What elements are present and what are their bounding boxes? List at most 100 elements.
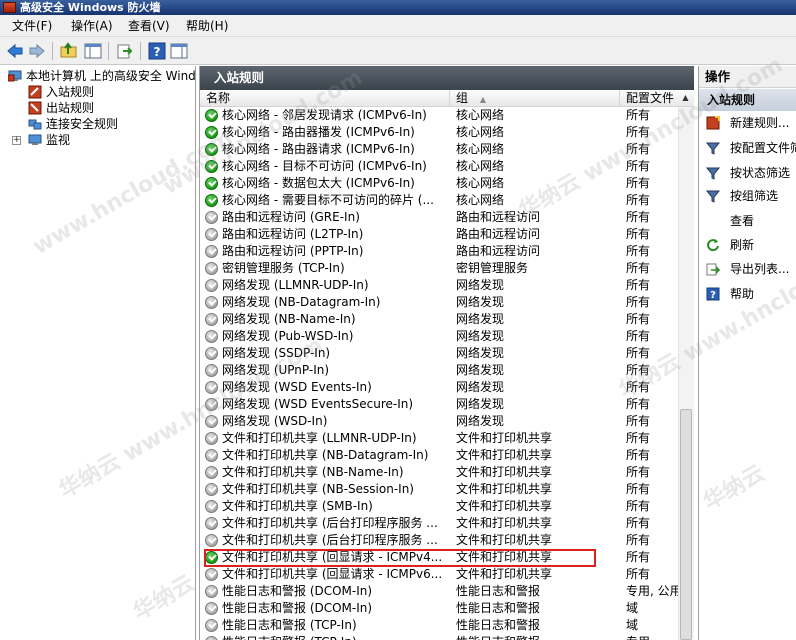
table-row[interactable]: 路由和远程访问 (GRE-In) 路由和远程访问 所有 [200, 209, 678, 226]
rule-name-cell: 性能日志和警报 (DCOM-In) [222, 601, 373, 615]
column-profile[interactable]: 配置文件 [620, 90, 678, 107]
table-row[interactable]: 网络发现 (NB-Datagram-In) 网络发现 所有 [200, 294, 678, 311]
rule-group-cell: 文件和打印机共享 [456, 431, 553, 445]
table-row[interactable]: 文件和打印机共享 (NB-Datagram-In) 文件和打印机共享 所有 [200, 447, 678, 464]
tree-item-label: 出站规则 [46, 101, 95, 115]
table-row[interactable]: 文件和打印机共享 (NB-Session-In) 文件和打印机共享 所有 [200, 481, 678, 498]
rule-profile-cell: 所有 [626, 346, 651, 360]
rule-disabled-icon [205, 585, 218, 598]
table-row[interactable]: 网络发现 (WSD EventsSecure-In) 网络发现 所有 [200, 396, 678, 413]
rules-pane: 入站规则 名称 组 ▲ 配置文件 ▲ 核心网络 - 邻居发现请求 (ICMPv6… [199, 66, 694, 640]
rule-group-cell: 性能日志和警报 [456, 634, 624, 640]
menu-bar: 文件(F) 操作(A) 查看(V) 帮助(H) [0, 15, 796, 37]
inbound-rules-icon [28, 85, 42, 99]
highlight-annotation-box [204, 549, 596, 567]
table-row[interactable]: 密钥管理服务 (TCP-In) 密钥管理服务 所有 [200, 260, 678, 277]
table-row[interactable]: 核心网络 - 需要目标不可访问的碎片 (... 核心网络 所有 [200, 192, 678, 209]
rule-group-cell: 核心网络 [456, 142, 505, 156]
menu-action[interactable]: 操作(A) [71, 18, 113, 34]
rule-name-cell: 文件和打印机共享 (SMB-In) [222, 499, 373, 513]
table-row[interactable]: 网络发现 (SSDP-In) 网络发现 所有 [200, 345, 678, 362]
table-row[interactable]: 网络发现 (WSD Events-In) 网络发现 所有 [200, 379, 678, 396]
rule-enabled-icon [205, 109, 218, 122]
table-row[interactable]: 性能日志和警报 (DCOM-In) 性能日志和警报 域 [200, 600, 678, 617]
rule-profile-cell: 所有 [626, 108, 651, 122]
rule-enabled-icon [205, 143, 218, 156]
rule-enabled-icon [205, 160, 218, 173]
rule-disabled-icon [205, 228, 218, 241]
table-row[interactable]: 性能日志和警报 (TCP-In)性能日志和警报专用 [200, 634, 678, 640]
rule-profile-cell: 所有 [626, 482, 651, 496]
rule-name-cell: 网络发现 (WSD-In) [222, 414, 328, 428]
column-group[interactable]: 组 ▲ [450, 90, 620, 107]
outbound-rules-icon [28, 101, 42, 115]
table-row[interactable]: 网络发现 (LLMNR-UDP-In) 网络发现 所有 [200, 277, 678, 294]
rule-name-cell: 路由和远程访问 (L2TP-In) [222, 227, 364, 241]
table-row[interactable]: 文件和打印机共享 (回显请求 - ICMPv6... 文件和打印机共享 所有 [200, 566, 678, 583]
rule-name-cell: 核心网络 - 需要目标不可访问的碎片 (... [222, 193, 434, 207]
action-item[interactable]: 导出列表... [699, 258, 796, 280]
table-row[interactable]: 文件和打印机共享 (后台打印程序服务 ... 文件和打印机共享 所有 [200, 515, 678, 532]
column-name-label: 名称 [206, 91, 231, 105]
rule-name-cell: 核心网络 - 邻居发现请求 (ICMPv6-In) [222, 108, 427, 122]
rule-disabled-icon [205, 449, 218, 462]
back-arrow-icon[interactable] [6, 42, 24, 60]
rule-group-cell: 文件和打印机共享 [456, 533, 553, 547]
up-folder-icon[interactable] [60, 42, 78, 60]
rule-name-cell: 网络发现 (SSDP-In) [222, 346, 331, 360]
help-icon[interactable]: ? [148, 42, 166, 60]
rule-profile-cell: 所有 [626, 499, 651, 513]
table-row[interactable]: 核心网络 - 路由器播发 (ICMPv6-In) 核心网络 所有 [200, 124, 678, 141]
table-row[interactable]: 路由和远程访问 (PPTP-In) 路由和远程访问 所有 [200, 243, 678, 260]
table-row[interactable]: 性能日志和警报 (DCOM-In) 性能日志和警报 专用, 公用 [200, 583, 678, 600]
action-item[interactable]: 刷新 [699, 234, 796, 256]
table-row[interactable]: 核心网络 - 目标不可访问 (ICMPv6-In) 核心网络 所有 [200, 158, 678, 175]
table-row[interactable]: 网络发现 (UPnP-In) 网络发现 所有 [200, 362, 678, 379]
action-item[interactable]: 按组筛选 [699, 185, 796, 207]
table-row[interactable]: 核心网络 - 数据包太大 (ICMPv6-In) 核心网络 所有 [200, 175, 678, 192]
rule-name-cell: 核心网络 - 路由器播发 (ICMPv6-In) [222, 125, 415, 139]
actions-section-inbound-rules[interactable]: 入站规则 [699, 89, 796, 111]
table-row[interactable]: 性能日志和警报 (TCP-In) 性能日志和警报 域 [200, 617, 678, 634]
menu-view[interactable]: 查看(V) [128, 18, 170, 34]
menu-file[interactable]: 文件(F) [12, 18, 52, 34]
toolbar-separator [52, 42, 53, 60]
show-hide-action-pane-icon[interactable] [170, 42, 188, 60]
table-row[interactable]: 网络发现 (NB-Name-In) 网络发现 所有 [200, 311, 678, 328]
column-headers: 名称 组 ▲ 配置文件 ▲ [200, 90, 694, 107]
expand-monitor-toggle[interactable]: + [12, 136, 21, 145]
table-row[interactable]: 文件和打印机共享 (后台打印程序服务 ... 文件和打印机共享 所有 [200, 532, 678, 549]
rule-group-cell: 文件和打印机共享 [456, 465, 553, 479]
rule-group-cell: 文件和打印机共享 [456, 448, 553, 462]
rule-disabled-icon [205, 398, 218, 411]
table-row[interactable]: 网络发现 (Pub-WSD-In) 网络发现 所有 [200, 328, 678, 345]
action-label: 导出列表... [730, 262, 790, 276]
table-row[interactable]: 文件和打印机共享 (LLMNR-UDP-In) 文件和打印机共享 所有 [200, 430, 678, 447]
table-row[interactable]: 网络发现 (WSD-In) 网络发现 所有 [200, 413, 678, 430]
scrollbar-thumb[interactable] [680, 409, 692, 640]
table-row[interactable]: 核心网络 - 路由器请求 (ICMPv6-In) 核心网络 所有 [200, 141, 678, 158]
rules-list: 核心网络 - 邻居发现请求 (ICMPv6-In) 核心网络 所有 核心网络 - 路由… [200, 107, 678, 640]
action-item[interactable]: 按状态筛选 [699, 162, 796, 184]
table-row[interactable]: 路由和远程访问 (L2TP-In) 路由和远程访问 所有 [200, 226, 678, 243]
table-row[interactable]: 文件和打印机共享 (回显请求 - ICMPv4... 文件和打印机共享 所有 [200, 549, 678, 567]
scroll-up-arrow-icon[interactable]: ▲ [678, 90, 693, 106]
action-label: 按状态筛选 [730, 166, 791, 180]
table-row[interactable]: 文件和打印机共享 (NB-Name-In) 文件和打印机共享 所有 [200, 464, 678, 481]
rule-group-cell: 核心网络 [456, 193, 505, 207]
rule-disabled-icon [205, 619, 218, 632]
rule-name-cell: 网络发现 (WSD EventsSecure-In) [222, 397, 414, 411]
table-row[interactable]: 核心网络 - 邻居发现请求 (ICMPv6-In) 核心网络 所有 [200, 107, 678, 124]
action-item[interactable]: 按配置文件筛 [699, 137, 796, 159]
forward-arrow-icon[interactable] [28, 42, 46, 60]
action-item[interactable]: 新建规则... [699, 112, 796, 134]
table-row[interactable]: 文件和打印机共享 (SMB-In) 文件和打印机共享 所有 [200, 498, 678, 515]
menu-help[interactable]: 帮助(H) [186, 18, 228, 34]
rule-name-cell: 网络发现 (NB-Datagram-In) [222, 295, 381, 309]
rule-profile-cell: 所有 [626, 550, 651, 564]
action-item[interactable]: 查看 [699, 210, 796, 232]
column-name[interactable]: 名称 [200, 90, 450, 107]
show-hide-tree-icon[interactable] [84, 42, 102, 60]
action-item[interactable]: ? 帮助 [699, 283, 796, 305]
export-icon[interactable] [116, 42, 134, 60]
